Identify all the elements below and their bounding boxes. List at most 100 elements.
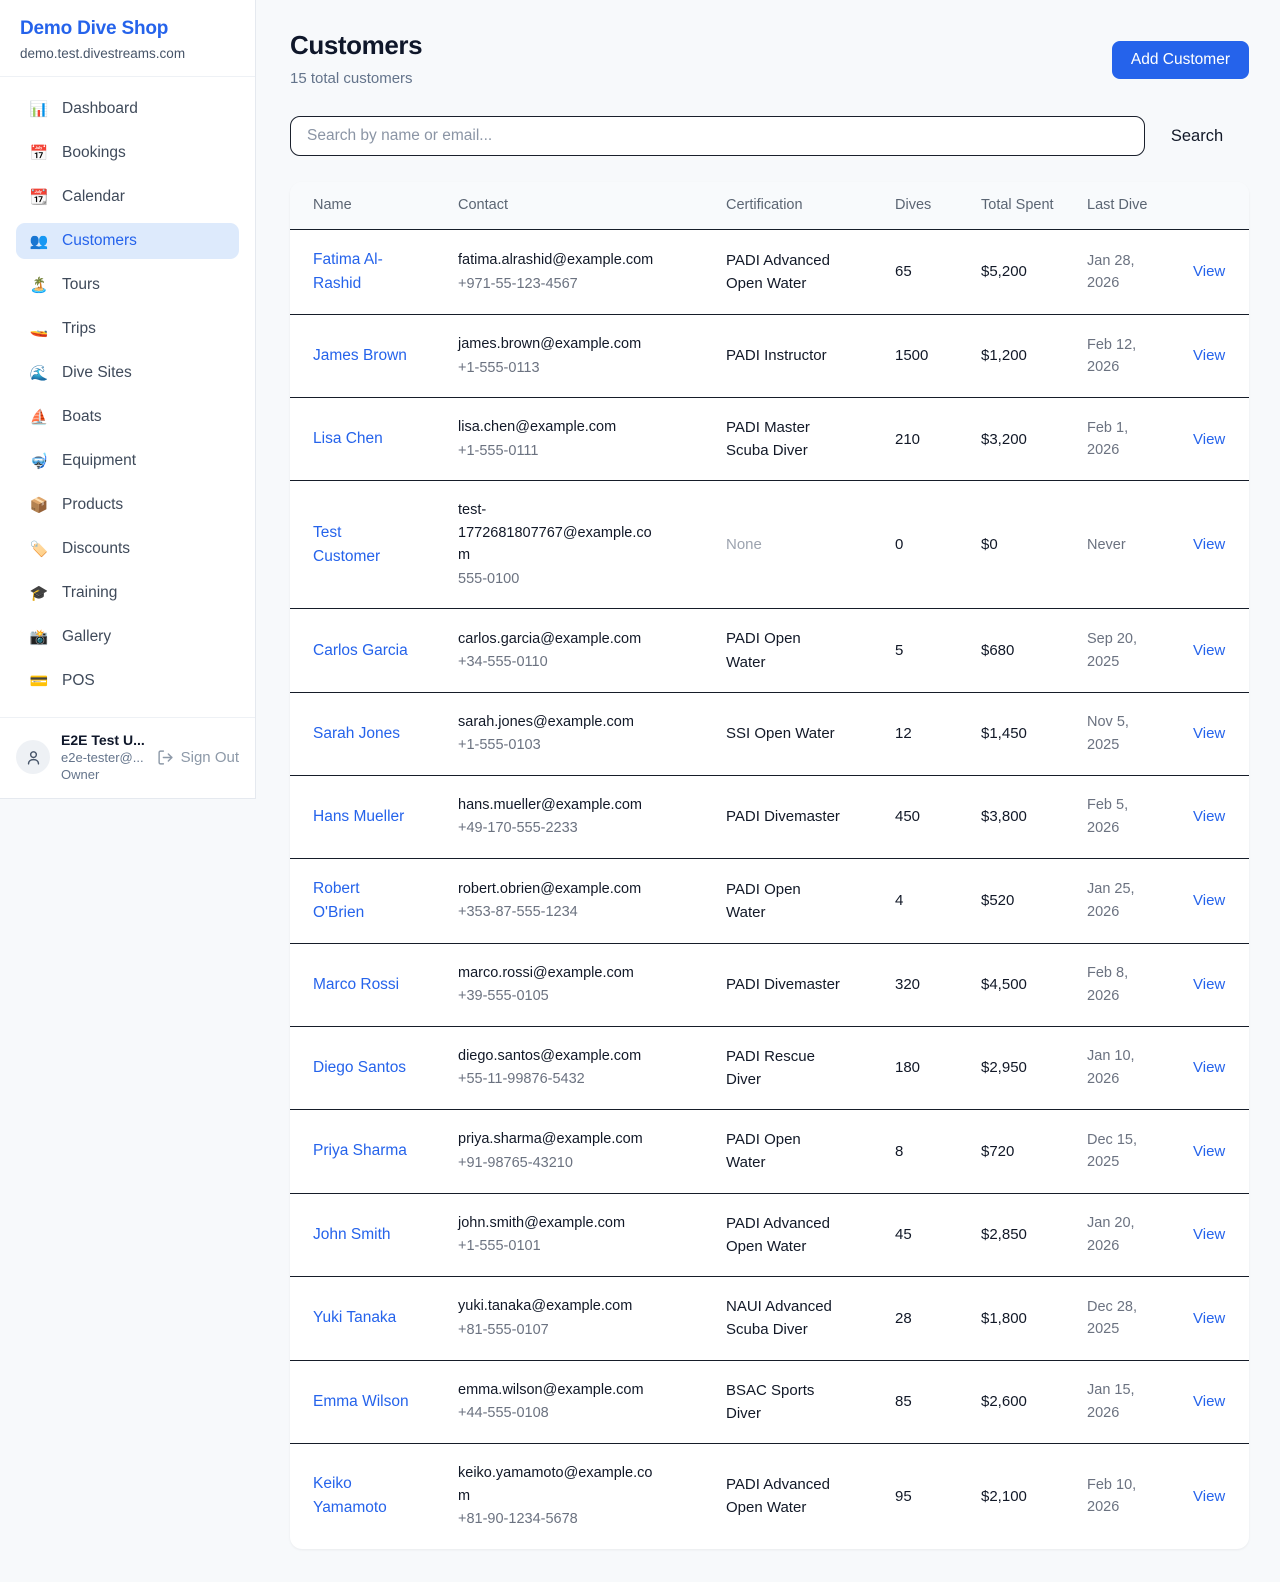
table-row: Marco Rossimarco.rossi@example.com+39-55… [290,943,1249,1026]
customer-dives: 95 [895,1488,912,1505]
sidebar-item-calendar[interactable]: 📆Calendar [16,179,239,215]
customer-name-link[interactable]: Lisa Chen [313,427,383,451]
add-customer-button[interactable]: Add Customer [1112,41,1249,79]
table-row: Sarah Jonessarah.jones@example.com+1-555… [290,692,1249,775]
sidebar-item-label: Dashboard [62,100,138,118]
sidebar-item-dashboard[interactable]: 📊Dashboard [16,91,239,127]
sidebar-item-customers[interactable]: 👥Customers [16,223,239,259]
sidebar-item-label: Gallery [62,628,111,646]
column-header: Last Dive [1087,182,1193,230]
customer-certification: None [726,533,842,556]
customer-name-link[interactable]: Diego Santos [313,1056,406,1080]
customer-last-dive: Feb 8, 2026 [1087,962,1149,1007]
table-row: Keiko Yamamotokeiko.yamamoto@example.com… [290,1444,1249,1549]
customer-name-link[interactable]: Robert O'Brien [313,877,409,925]
view-customer-link[interactable]: View [1193,1059,1225,1076]
sidebar-item-label: Training [62,584,117,602]
customer-email: carlos.garcia@example.com [458,628,663,650]
view-customer-link[interactable]: View [1193,725,1225,742]
dive-sites-icon: 🌊 [29,364,49,382]
view-customer-link[interactable]: View [1193,263,1225,280]
search-input[interactable] [290,116,1145,156]
customer-certification: PADI Advanced Open Water [726,1473,842,1520]
customer-total-spent: $1,800 [981,1310,1027,1327]
view-customer-link[interactable]: View [1193,431,1225,448]
sidebar-item-bookings[interactable]: 📅Bookings [16,135,239,171]
customer-name-link[interactable]: John Smith [313,1223,391,1247]
customer-email: emma.wilson@example.com [458,1379,663,1401]
customer-certification: PADI Advanced Open Water [726,1212,842,1259]
customer-phone: 555-0100 [458,568,663,590]
sidebar-item-discounts[interactable]: 🏷️Discounts [16,531,239,567]
sidebar-item-boats[interactable]: ⛵Boats [16,399,239,435]
search-button[interactable]: Search [1145,119,1249,154]
customer-email: priya.sharma@example.com [458,1128,663,1150]
customer-total-spent: $1,200 [981,347,1027,364]
customer-name-link[interactable]: Fatima Al-Rashid [313,248,409,296]
customer-name-link[interactable]: Hans Mueller [313,805,404,829]
search-row: Search [290,116,1249,156]
customer-email: yuki.tanaka@example.com [458,1295,663,1317]
view-customer-link[interactable]: View [1193,1393,1225,1410]
sidebar-item-tours[interactable]: 🏝️Tours [16,267,239,303]
customer-name-link[interactable]: Keiko Yamamoto [313,1472,409,1520]
shop-name: Demo Dive Shop [20,18,235,40]
table-row: Robert O'Brienrobert.obrien@example.com+… [290,858,1249,943]
user-email: e2e-tester@... [61,750,146,765]
customer-total-spent: $1,450 [981,725,1027,742]
table-row: Carlos Garciacarlos.garcia@example.com+3… [290,609,1249,693]
brand: Demo Dive Shop demo.test.divestreams.com [0,0,255,77]
customer-name-link[interactable]: Yuki Tanaka [313,1306,396,1330]
table-row: Hans Muellerhans.mueller@example.com+49-… [290,775,1249,858]
customer-phone: +1-555-0111 [458,440,663,462]
column-header: Total Spent [981,182,1087,230]
sidebar-item-label: POS [62,672,95,690]
view-customer-link[interactable]: View [1193,976,1225,993]
customer-name-link[interactable]: Carlos Garcia [313,639,408,663]
sidebar-item-trips[interactable]: 🚤Trips [16,311,239,347]
customer-total-spent: $3,200 [981,431,1027,448]
view-customer-link[interactable]: View [1193,1488,1225,1505]
shop-domain: demo.test.divestreams.com [20,46,235,61]
view-customer-link[interactable]: View [1193,536,1225,553]
customer-dives: 28 [895,1310,912,1327]
view-customer-link[interactable]: View [1193,808,1225,825]
customers-table-body: Fatima Al-Rashid fatima.alrashid@example.… [290,230,1249,1549]
customer-certification: PADI Master Scuba Diver [726,416,842,463]
sign-out-button[interactable]: Sign Out [157,749,239,766]
view-customer-link[interactable]: View [1193,642,1225,659]
view-customer-link[interactable]: View [1193,1226,1225,1243]
customer-name-link[interactable]: James Brown [313,344,407,368]
sidebar-item-dive-sites[interactable]: 🌊Dive Sites [16,355,239,391]
page-header-text: Customers 15 total customers [290,30,422,87]
sidebar-item-equipment[interactable]: 🤿Equipment [16,443,239,479]
sidebar-item-gallery[interactable]: 📸Gallery [16,619,239,655]
customer-name-link[interactable]: Priya Sharma [313,1139,407,1163]
customer-total-spent: $5,200 [981,263,1027,280]
customer-certification: PADI Instructor [726,344,842,367]
sidebar-item-training[interactable]: 🎓Training [16,575,239,611]
table-row: Priya Sharmapriya.sharma@example.com+91-… [290,1110,1249,1194]
sidebar-item-products[interactable]: 📦Products [16,487,239,523]
user-section: E2E Test U... e2e-tester@... Owner Sign … [0,717,255,798]
customer-name-link[interactable]: Emma Wilson [313,1390,409,1414]
customer-last-dive: Feb 1, 2026 [1087,417,1149,462]
user-name: E2E Test U... [61,732,146,748]
customer-name-link[interactable]: Test Customer [313,521,409,569]
trips-icon: 🚤 [29,320,49,338]
customer-last-dive: Jan 15, 2026 [1087,1379,1149,1424]
customer-certification: PADI Rescue Diver [726,1045,842,1092]
customer-name-link[interactable]: Sarah Jones [313,722,400,746]
customer-certification: SSI Open Water [726,722,842,745]
tours-icon: 🏝️ [29,276,49,294]
sidebar-item-pos[interactable]: 💳POS [16,663,239,699]
customer-email: fatima.alrashid@example.com [458,249,663,271]
table-row: John Smithjohn.smith@example.com+1-555-0… [290,1193,1249,1277]
view-customer-link[interactable]: View [1193,1310,1225,1327]
customer-last-dive: Feb 12, 2026 [1087,334,1149,379]
view-customer-link[interactable]: View [1193,347,1225,364]
customer-name-link[interactable]: Marco Rossi [313,973,399,997]
view-customer-link[interactable]: View [1193,892,1225,909]
view-customer-link[interactable]: View [1193,1143,1225,1160]
customer-total-spent: $680 [981,642,1014,659]
